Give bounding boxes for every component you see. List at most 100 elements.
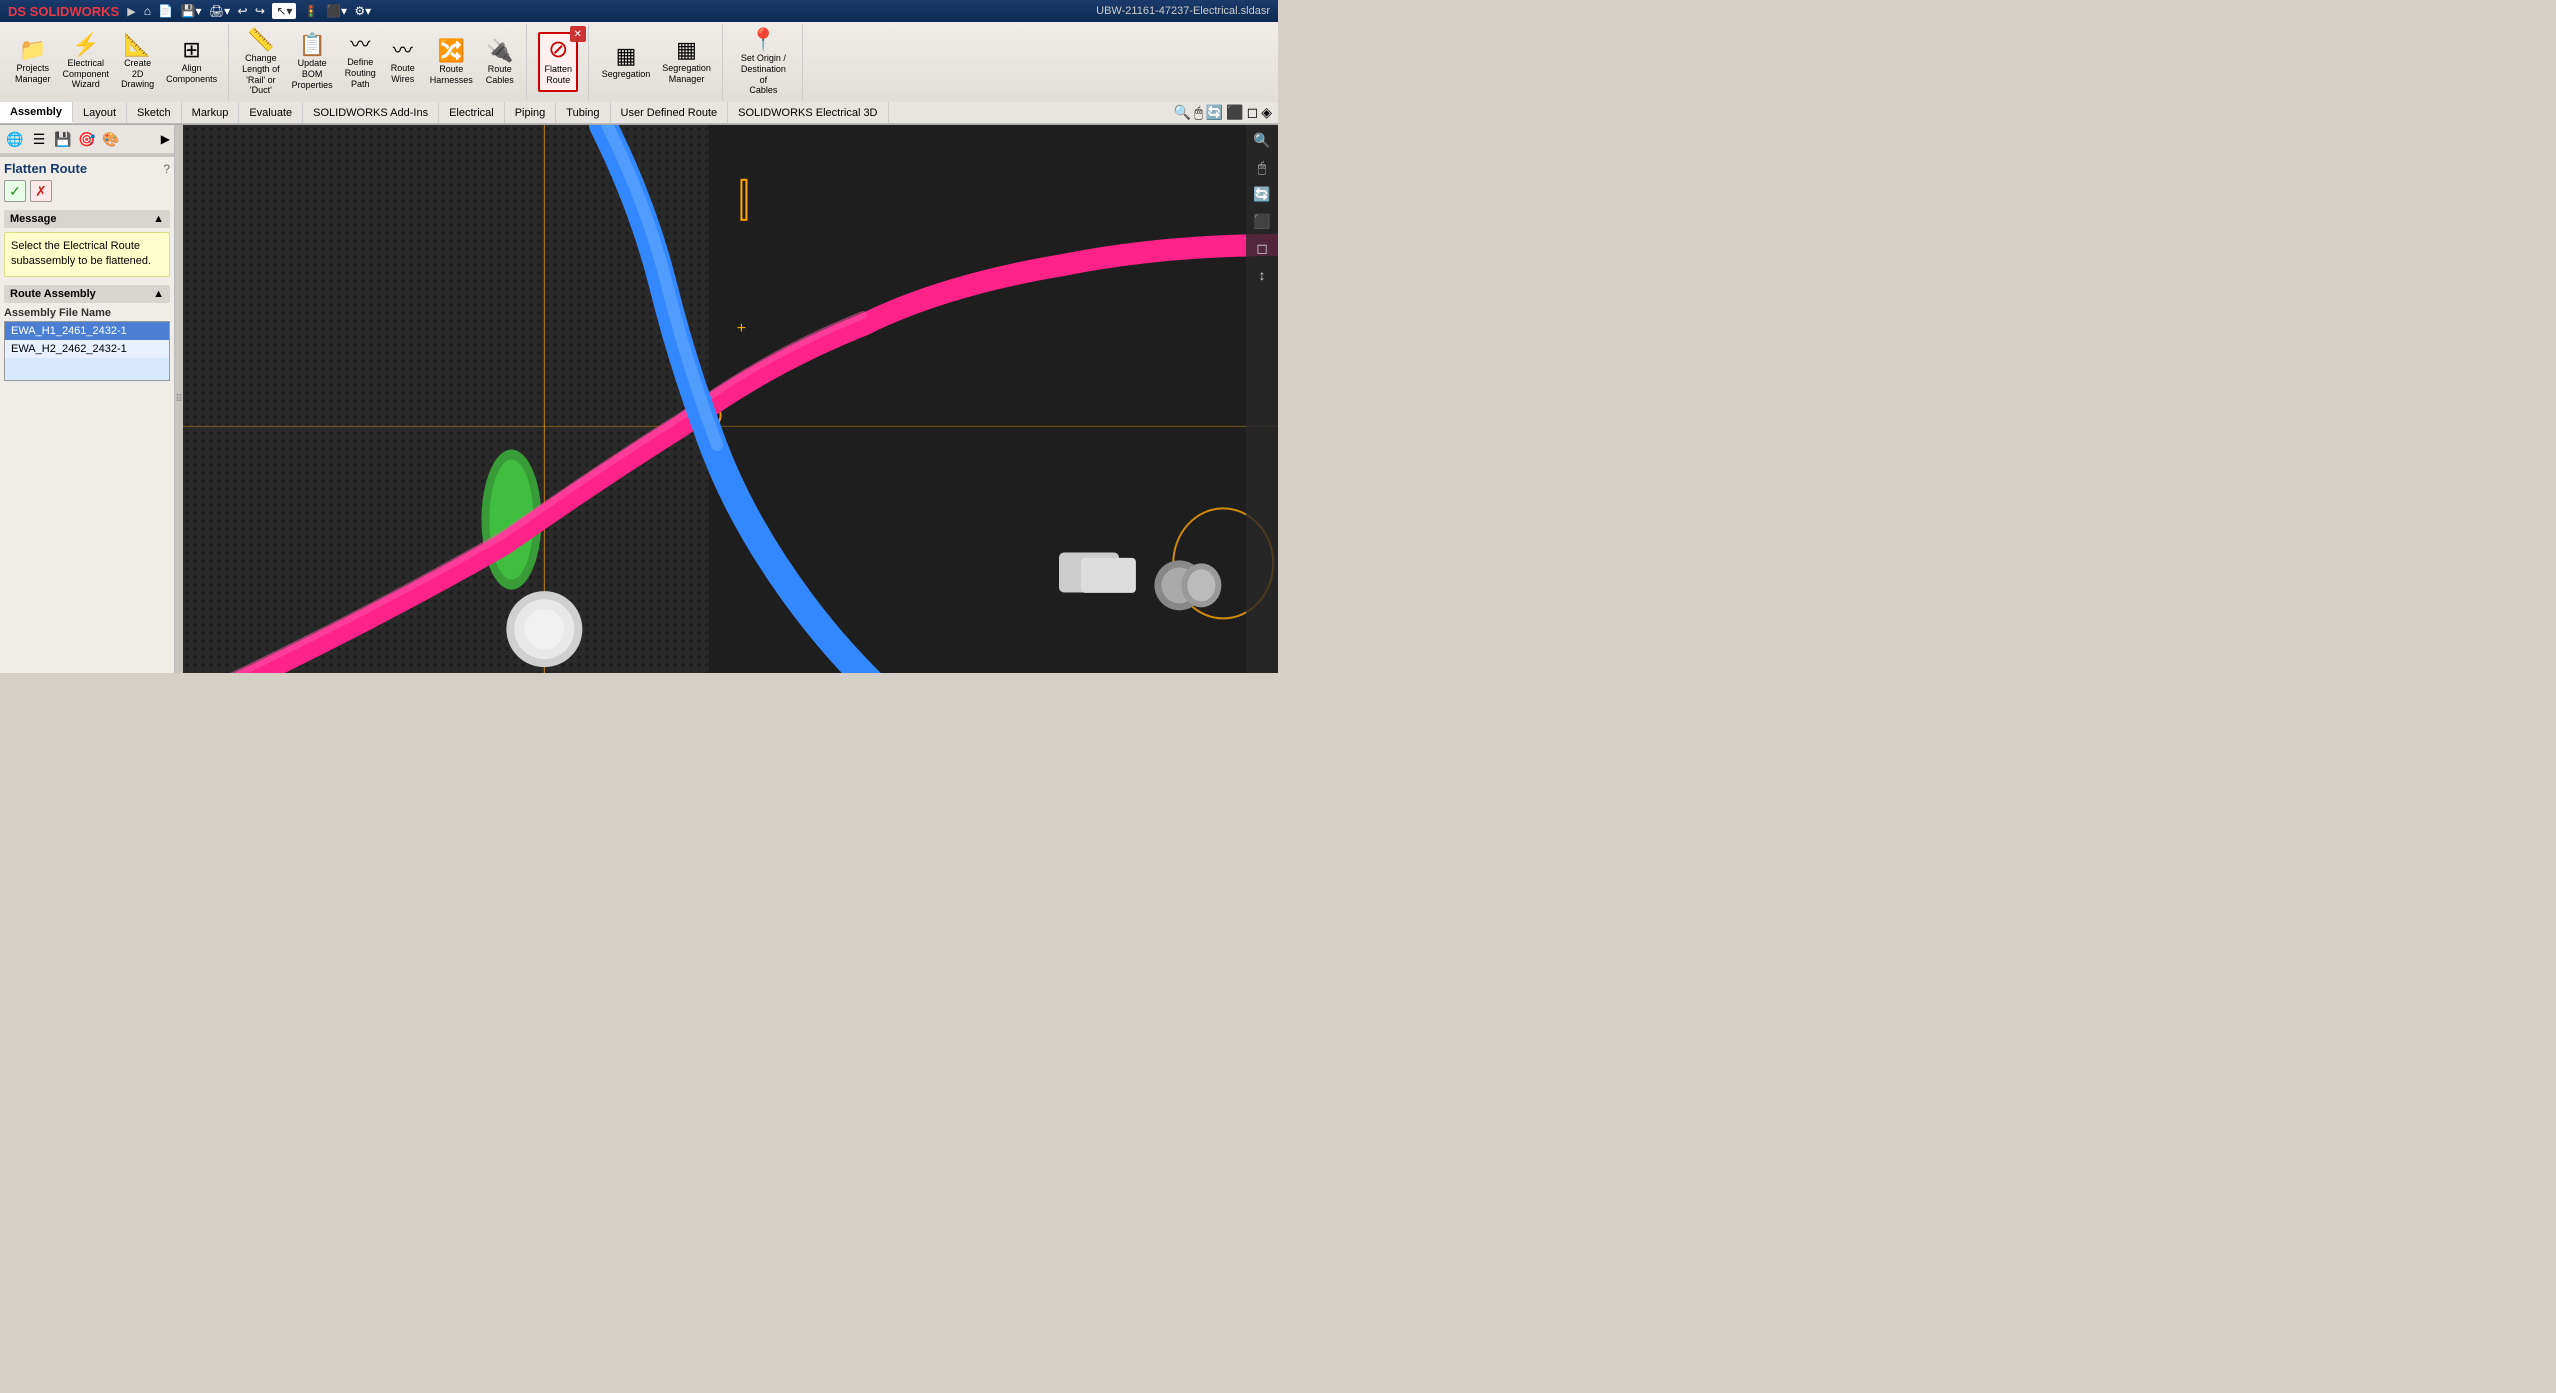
electrical-icon: ⚡ (72, 34, 99, 56)
rt-rotate[interactable]: 🔄 (1250, 183, 1273, 206)
undo-btn[interactable]: ↩ (238, 4, 248, 18)
define-routing-btn[interactable]: 〰 DefineRoutingPath (340, 32, 381, 92)
view-icon-3[interactable]: 🔄 (1206, 104, 1223, 121)
new-btn[interactable]: 📄 (158, 4, 173, 18)
assembly-file-name-label: Assembly File Name (4, 307, 170, 319)
home-btn[interactable]: ⌂ (144, 4, 151, 18)
panel-expand-btn[interactable]: ▶ (161, 132, 170, 146)
panel-actions: ✓ ✗ (4, 180, 170, 202)
view-icon-4[interactable]: ⬛ (1226, 104, 1243, 121)
viewport[interactable]: + (183, 125, 1278, 673)
tab-addins[interactable]: SOLIDWORKS Add-Ins (303, 102, 439, 123)
tab-markup[interactable]: Markup (182, 102, 240, 123)
tab-assembly[interactable]: Assembly (0, 102, 73, 123)
projects-buttons: 📁 ProjectsManager ⚡ ElectricalComponentW… (10, 26, 222, 98)
panel-splitter[interactable]: ⠿ (175, 125, 183, 673)
route-cables-btn[interactable]: 🔌 RouteCables (480, 37, 520, 89)
rt-section[interactable]: ↕ (1256, 264, 1269, 286)
flatten-icon: ⊘ (548, 38, 568, 62)
align-components-btn[interactable]: ⊞ AlignComponents (161, 36, 222, 88)
save-dropdown[interactable]: 💾▾ (181, 4, 202, 18)
view-toggle[interactable]: ⬛▾ (326, 4, 347, 18)
tab-evaluate[interactable]: Evaluate (239, 102, 303, 123)
panel-help-btn[interactable]: ? (163, 162, 170, 176)
projects-manager-btn[interactable]: 📁 ProjectsManager (10, 36, 56, 88)
accept-btn[interactable]: ✓ (4, 180, 26, 202)
rt-box[interactable]: ⬛ (1250, 210, 1273, 233)
svg-text:+: + (737, 320, 746, 337)
segregation-manager-btn[interactable]: ▦ SegregationManager (657, 36, 716, 88)
tab-piping[interactable]: Piping (505, 102, 557, 123)
panel-tool-globe[interactable]: 🌐 (4, 128, 26, 150)
redo-btn[interactable]: ↪ (255, 4, 265, 18)
route-wires-btn[interactable]: 〰 RouteWires (383, 38, 423, 88)
view-icon-6[interactable]: ◈ (1261, 104, 1272, 121)
change-length-btn[interactable]: 📏 ChangeLength of'Rail' or'Duct' (237, 26, 285, 99)
rt-pan[interactable]: 🖱 (1255, 156, 1269, 179)
view-icon-5[interactable]: ◻ (1247, 104, 1259, 121)
route-assembly-section-header[interactable]: Route Assembly ▲ (4, 285, 170, 303)
view-icon-2[interactable]: 🖱 (1194, 104, 1202, 121)
wires-icon: 〰 (393, 41, 413, 61)
cables-icon: 🔌 (486, 40, 513, 62)
tab-sketch[interactable]: Sketch (127, 102, 182, 123)
harnesses-icon: 🔀 (438, 40, 465, 62)
create-2d-btn[interactable]: 📐 Create2DDrawing (116, 31, 159, 93)
toolbar-close-btn[interactable]: ✕ (570, 26, 586, 42)
viewport-canvas: + (183, 125, 1278, 673)
assembly-item-2[interactable]: EWA_H2_2462_2432-1 (5, 340, 169, 358)
bom-icon: 📋 (298, 34, 325, 56)
update-bom-btn[interactable]: 📋 UpdateBOMProperties (287, 31, 338, 93)
panel-title: Flatten Route (4, 161, 87, 176)
ribbon-group-route: 📏 ChangeLength of'Rail' or'Duct' 📋 Updat… (231, 24, 527, 100)
title-bar: DS SOLIDWORKS ▶ ⌂ 📄 💾▾ 🖨▾ ↩ ↪ ↖▾ 🚦 ⬛▾ ⚙▾… (0, 0, 1278, 22)
panel-tool-save[interactable]: 💾 (52, 128, 74, 150)
set-origin-btn[interactable]: 📍 Set Origin /Destination ofCables (731, 26, 796, 99)
ribbon-group-origin: 📍 Set Origin /Destination ofCables (725, 24, 803, 100)
electrical-wizard-btn[interactable]: ⚡ ElectricalComponentWizard (58, 31, 115, 93)
ribbon-group-flatten: ⊘ FlattenRoute ✕ (529, 24, 589, 100)
panel-tool-target[interactable]: 🎯 (76, 128, 98, 150)
route-harnesses-btn[interactable]: 🔀 RouteHarnesses (425, 37, 478, 89)
left-panel: 🌐 ☰ 💾 🎯 🎨 ▶ Flatten Route ? ✓ ✗ Message (0, 125, 175, 673)
panel-tool-color[interactable]: 🎨 (100, 128, 122, 150)
assembly-item-1[interactable]: EWA_H1_2461_2432-1 (5, 322, 169, 340)
rt-zoom[interactable]: 🔍 (1250, 129, 1273, 152)
file-title: UBW-21161-47237-Electrical.sldasr (1096, 5, 1270, 17)
origin-icon: 📍 (750, 29, 777, 51)
align-icon: ⊞ (182, 39, 200, 61)
ribbon: 📁 ProjectsManager ⚡ ElectricalComponentW… (0, 22, 1278, 125)
print-dropdown[interactable]: 🖨▾ (209, 4, 230, 18)
tab-sw-electrical-3d[interactable]: SOLIDWORKS Electrical 3D (728, 102, 888, 123)
titlebar-left: DS SOLIDWORKS ▶ ⌂ 📄 💾▾ 🖨▾ ↩ ↪ ↖▾ 🚦 ⬛▾ ⚙▾ (8, 4, 375, 19)
panel-tool-list[interactable]: ☰ (28, 128, 50, 150)
tab-layout[interactable]: Layout (73, 102, 127, 123)
main-area: 🌐 ☰ 💾 🎯 🎨 ▶ Flatten Route ? ✓ ✗ Message (0, 125, 1278, 673)
routing-icon: 〰 (350, 35, 370, 55)
route-assembly-label: Route Assembly (10, 288, 96, 300)
assembly-file-list[interactable]: EWA_H1_2461_2432-1 EWA_H2_2462_2432-1 (4, 321, 170, 381)
message-section-header[interactable]: Message ▲ (4, 210, 170, 228)
panel-header: Flatten Route ? (4, 161, 170, 176)
nav-arrow[interactable]: ▶ (127, 5, 135, 18)
snap-toggle[interactable]: 🚦 (304, 4, 319, 18)
panel-toolbar: 🌐 ☰ 💾 🎯 🎨 ▶ (0, 125, 174, 154)
segregation-btn[interactable]: ▦ Segregation (597, 42, 656, 83)
tab-tubing[interactable]: Tubing (556, 102, 610, 123)
message-box: Select the Electrical Route subassembly … (4, 232, 170, 277)
tab-electrical[interactable]: Electrical (439, 102, 505, 123)
right-toolbar: 🔍 🖱 🔄 ⬛ ◻ ↕ (1246, 125, 1278, 673)
flatten-route-panel: Flatten Route ? ✓ ✗ Message ▲ Select the… (0, 157, 174, 673)
reject-btn[interactable]: ✗ (30, 180, 52, 202)
route-buttons: 📏 ChangeLength of'Rail' or'Duct' 📋 Updat… (237, 26, 520, 99)
ribbon-group-segregation: ▦ Segregation ▦ SegregationManager (591, 24, 723, 100)
settings-btn[interactable]: ⚙▾ (354, 4, 371, 18)
cursor-selector[interactable]: ↖▾ (272, 3, 296, 19)
ribbon-group-projects: 📁 ProjectsManager ⚡ ElectricalComponentW… (4, 24, 229, 100)
length-icon: 📏 (247, 29, 274, 51)
rt-select[interactable]: ◻ (1253, 237, 1271, 260)
view-icon-1[interactable]: 🔍 (1174, 104, 1191, 121)
seg-icon: ▦ (616, 45, 637, 67)
quick-access-bar: ⌂ 📄 💾▾ 🖨▾ ↩ ↪ ↖▾ 🚦 ⬛▾ ⚙▾ (144, 4, 375, 18)
tab-user-defined-route[interactable]: User Defined Route (611, 102, 729, 123)
